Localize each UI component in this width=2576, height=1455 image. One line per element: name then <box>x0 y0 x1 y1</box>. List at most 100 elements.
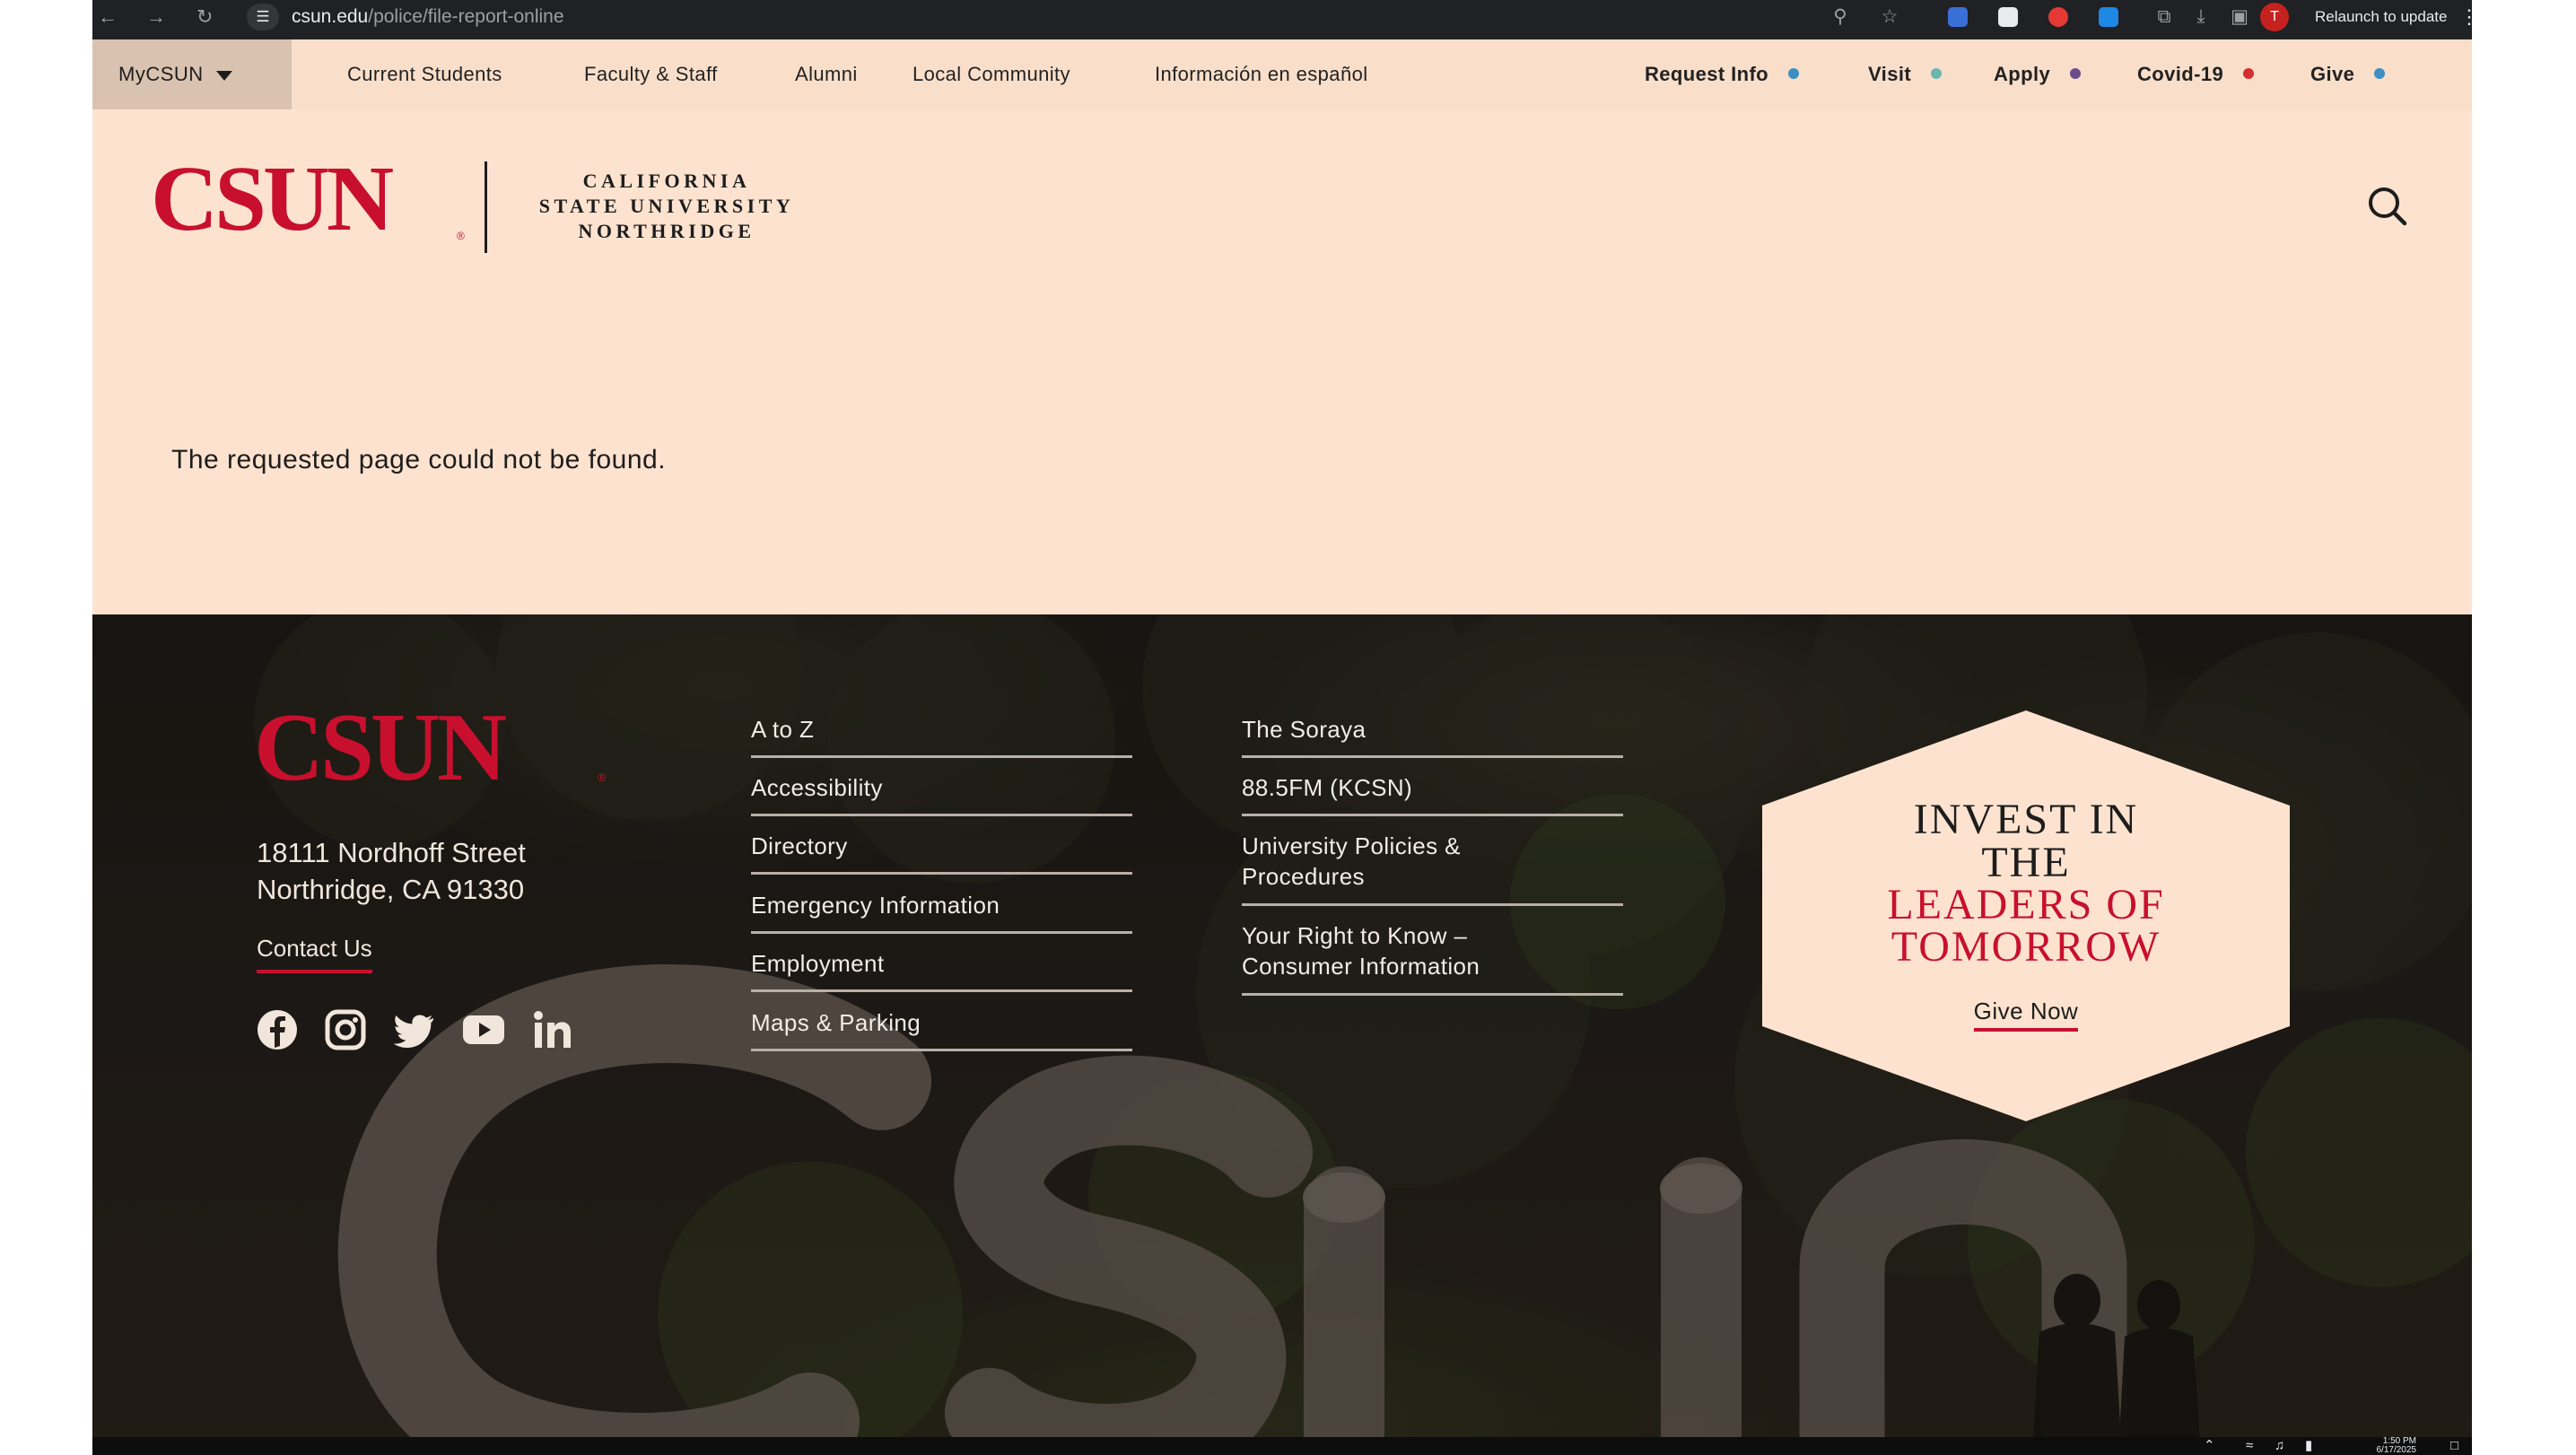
footer-link-soraya[interactable]: The Soraya <box>1242 714 1623 758</box>
footer-link-label: The Soraya <box>1242 716 1367 743</box>
footer-link-label: Accessibility <box>751 774 883 801</box>
nav-apply[interactable]: Apply <box>1994 39 2082 109</box>
zoom-icon[interactable]: ⚲ <box>1827 5 1854 29</box>
logo-line-state-university: STATE UNIVERSITY <box>538 195 795 217</box>
footer-link-label: Your Right to Know – <box>1242 922 1468 949</box>
registered-mark: ® <box>457 230 465 242</box>
footer-link-emergency[interactable]: Emergency Information <box>751 890 1132 934</box>
nav-visit[interactable]: Visit <box>1868 39 1943 109</box>
nav-covid[interactable]: Covid-19 <box>2137 39 2255 109</box>
footer-link-label: Directory <box>751 832 848 859</box>
promo-line-the: THE <box>1981 839 2071 886</box>
dot-icon <box>2070 68 2082 80</box>
footer-link-accessibility[interactable]: Accessibility <box>751 772 1132 816</box>
notification-icon[interactable]: □ <box>2450 1437 2458 1455</box>
linkedin-icon[interactable] <box>529 1006 576 1053</box>
main-content: The requested page could not be found. <box>92 284 2472 614</box>
not-found-message: The requested page could not be found. <box>171 445 667 475</box>
download-icon[interactable]: ⤓ <box>2187 5 2214 29</box>
footer-link-label-line2: Consumer Information <box>1242 953 1480 980</box>
footer-link-label: Emergency Information <box>751 892 1000 919</box>
instagram-icon[interactable] <box>322 1006 369 1053</box>
dot-icon <box>1931 68 1943 80</box>
site-header: CSUN ® CALIFORNIA STATE UNIVERSITY NORTH… <box>92 109 2472 284</box>
chevron-up-icon[interactable]: ⌃ <box>2204 1437 2215 1455</box>
twitter-icon[interactable] <box>391 1006 438 1053</box>
footer-link-label: University Policies & <box>1242 832 1461 859</box>
footer-link-label: Maps & Parking <box>751 1009 921 1036</box>
promo-line-invest-in: INVEST IN <box>1913 796 2139 843</box>
footer-logo[interactable]: CSUN <box>254 700 507 797</box>
footer-link-label: 88.5FM (KCSN) <box>1242 774 1413 801</box>
nav-faculty-staff[interactable]: Faculty & Staff <box>584 39 718 109</box>
nav-alumni[interactable]: Alumni <box>795 39 858 109</box>
document-extension-icon[interactable] <box>1998 7 2018 27</box>
nav-give[interactable]: Give <box>2310 39 2386 109</box>
logo-line-northridge: NORTHRIDGE <box>578 220 755 242</box>
footer-link-a-to-z[interactable]: A to Z <box>751 714 1132 758</box>
footer-link-policies[interactable]: University Policies & Procedures <box>1242 831 1623 906</box>
invest-promo: INVEST IN THE LEADERS OF TOMORROW Give N… <box>1757 705 2295 1127</box>
visit-label: Visit <box>1868 63 1912 85</box>
address-bar[interactable]: csun.edu/police/file-report-online <box>292 4 564 30</box>
back-icon[interactable]: ← <box>98 4 118 30</box>
logo-line-california: CALIFORNIA <box>582 170 751 192</box>
reload-icon[interactable]: ↻ <box>196 4 213 30</box>
nav-request-info[interactable]: Request Info <box>1645 39 1800 109</box>
wifi-icon[interactable]: ≈ <box>2246 1437 2253 1455</box>
logo-wordmark: CSUN <box>151 147 394 250</box>
give-label: Give <box>2310 63 2355 85</box>
star-icon[interactable]: ☆ <box>1876 5 1903 29</box>
footer-link-label: Employment <box>751 950 885 977</box>
forward-icon[interactable]: → <box>146 4 166 30</box>
site-info-icon[interactable]: ☰ <box>247 4 279 30</box>
address-street: 18111 Nordhoff Street <box>257 837 526 868</box>
give-now-link[interactable]: Give Now <box>1757 996 2295 1032</box>
browser-window: ← → ↻ ☰ csun.edu/police/file-report-onli… <box>92 0 2472 1455</box>
footer-registered-mark: ® <box>598 771 607 784</box>
promo-line-tomorrow: TOMORROW <box>1891 923 2161 971</box>
more-menu-icon[interactable]: ⋮ <box>2459 4 2472 30</box>
footer-link-maps-parking[interactable]: Maps & Parking <box>751 1007 1132 1051</box>
nav-current-students[interactable]: Current Students <box>347 39 502 109</box>
footer-link-employment[interactable]: Employment <box>751 948 1132 992</box>
relaunch-button[interactable]: Relaunch to update <box>2304 3 2458 31</box>
url-path: /police/file-report-online <box>368 6 564 27</box>
facebook-icon[interactable] <box>254 1006 301 1053</box>
footer-link-kcsn[interactable]: 88.5FM (KCSN) <box>1242 772 1623 816</box>
browser-toolbar: ← → ↻ ☰ csun.edu/police/file-report-onli… <box>92 0 2472 39</box>
covid-label: Covid-19 <box>2137 63 2224 85</box>
caret-down-icon <box>215 70 232 81</box>
battery-icon[interactable]: ▮ <box>2305 1437 2312 1455</box>
url-host: csun.edu <box>292 6 369 27</box>
os-taskbar: ⌃ ≈ ♫ ▮ 1:50 PM 6/17/2025 □ <box>92 1437 2472 1455</box>
dot-icon <box>2243 68 2255 80</box>
puzzle-icon[interactable]: ⧉ <box>2151 5 2178 29</box>
address-city: Northridge, CA 91330 <box>257 874 525 905</box>
volume-icon[interactable]: ♫ <box>2275 1437 2284 1455</box>
nav-local-community[interactable]: Local Community <box>913 39 1070 109</box>
profile-avatar[interactable]: T <box>2260 3 2289 31</box>
extension-icon[interactable] <box>1948 7 1968 27</box>
blue-extension-icon[interactable] <box>2099 7 2118 27</box>
mycsun-dropdown[interactable]: MyCSUN <box>92 39 292 109</box>
dot-icon <box>1788 68 1800 80</box>
search-icon[interactable] <box>2364 183 2411 230</box>
request-info-label: Request Info <box>1645 63 1769 85</box>
utility-nav: MyCSUN Current Students Faculty & Staff … <box>92 39 2472 109</box>
give-now-label: Give Now <box>1973 998 2079 1032</box>
clock-date: 6/17/2025 <box>2376 1445 2417 1455</box>
screen: ← → ↻ ☰ csun.edu/police/file-report-onli… <box>0 0 2576 1455</box>
clock[interactable]: 1:50 PM 6/17/2025 <box>2353 1437 2417 1455</box>
dot-icon <box>2374 68 2386 80</box>
contact-us-link[interactable]: Contact Us <box>257 932 372 973</box>
youtube-icon[interactable] <box>460 1006 507 1053</box>
site-footer: CSUN ® 18111 Nordhoff Street Northridge,… <box>92 614 2472 1455</box>
footer-link-label: A to Z <box>751 716 815 743</box>
record-extension-icon[interactable] <box>2048 7 2068 27</box>
mycsun-label: MyCSUN <box>118 63 204 85</box>
footer-link-directory[interactable]: Directory <box>751 831 1132 875</box>
footer-link-right-to-know[interactable]: Your Right to Know – Consumer Information <box>1242 920 1623 996</box>
nav-espanol[interactable]: Información en español <box>1155 39 1368 109</box>
reading-list-icon[interactable]: ▣ <box>2226 5 2253 29</box>
